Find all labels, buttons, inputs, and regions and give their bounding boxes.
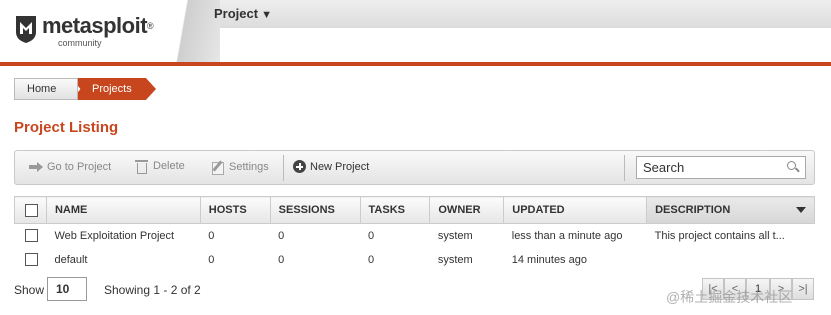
- projects-table: NAME HOSTS SESSIONS TASKS OWNER UPDATED …: [14, 196, 815, 272]
- project-name-link[interactable]: default: [46, 248, 200, 272]
- arrow-right-icon: [29, 160, 43, 174]
- show-label: Show: [14, 283, 45, 297]
- table-row[interactable]: default 0 0 0 system 14 minutes ago: [15, 248, 815, 272]
- project-menu[interactable]: Project ▼: [214, 6, 272, 21]
- breadcrumb-home[interactable]: Home: [14, 78, 78, 100]
- tasks-cell: 0: [368, 229, 375, 242]
- hosts-cell: 0: [208, 253, 215, 266]
- page: metasploit® community Project ▼ Projects …: [0, 0, 831, 315]
- table-row[interactable]: Web Exploitation Project 0 0 0 system le…: [15, 224, 815, 248]
- delete-label: Delete: [153, 160, 185, 172]
- description-cell: This project contains all t...: [654, 229, 785, 242]
- select-all-cell: [14, 196, 47, 224]
- header-accent-bar: [0, 62, 831, 66]
- header-divider: [160, 0, 220, 62]
- metasploit-logo[interactable]: metasploit® community: [14, 14, 164, 50]
- logo-registered-mark: ®: [147, 21, 154, 31]
- logo-wordmark-text: metasploit: [42, 13, 148, 38]
- owner-cell: system: [437, 229, 473, 242]
- watermark-text: @稀土掘金技术社区: [666, 289, 793, 305]
- row-checkbox[interactable]: [24, 253, 38, 266]
- edit-icon: [211, 160, 225, 175]
- search-box: [636, 156, 806, 179]
- column-header-hosts[interactable]: HOSTS: [199, 196, 271, 224]
- plus-circle-icon: [293, 160, 306, 173]
- description-cell: [647, 248, 815, 272]
- go-to-project-label: Go to Project: [47, 161, 112, 173]
- project-menu-label: Project: [214, 6, 259, 21]
- logo-subtitle: community: [58, 38, 102, 48]
- column-header-name[interactable]: NAME: [45, 196, 201, 224]
- caret-down-icon: ▼: [261, 9, 272, 21]
- page-size-select[interactable]: 10: [47, 277, 87, 301]
- updated-cell: less than a minute ago: [511, 229, 623, 242]
- logo-wordmark: metasploit®: [42, 13, 154, 38]
- sessions-cell: 0: [278, 229, 285, 242]
- column-header-sessions[interactable]: SESSIONS: [269, 196, 361, 224]
- new-project-button[interactable]: New Project: [293, 160, 369, 173]
- toolbar-divider-2: [624, 155, 625, 181]
- toolbar-divider: [283, 155, 284, 181]
- column-header-owner[interactable]: OWNER: [429, 196, 505, 224]
- column-header-description[interactable]: DESCRIPTION: [646, 196, 815, 224]
- row-select-cell: [15, 248, 47, 272]
- page-title: Project Listing: [14, 119, 119, 136]
- header-lower: [200, 28, 831, 62]
- column-header-description-label: DESCRIPTION: [655, 204, 731, 216]
- header-menubar: [180, 0, 831, 28]
- toolbar: Go to Project Delete Settings New Projec…: [14, 150, 815, 185]
- column-header-tasks[interactable]: TASKS: [359, 196, 431, 224]
- new-project-label: New Project: [310, 160, 370, 173]
- select-all-checkbox[interactable]: [25, 203, 38, 217]
- hosts-cell: 0: [208, 229, 215, 242]
- delete-button[interactable]: Delete: [135, 159, 185, 174]
- breadcrumb-projects[interactable]: Projects: [72, 78, 156, 100]
- metasploit-shield-icon: [16, 16, 36, 43]
- settings-label: Settings: [229, 161, 269, 173]
- owner-cell: system: [437, 253, 473, 266]
- sessions-cell: 0: [278, 253, 285, 266]
- pagination-summary: Showing 1 - 2 of 2: [104, 283, 201, 297]
- column-header-updated[interactable]: UPDATED: [503, 196, 648, 224]
- project-name-link[interactable]: Web Exploitation Project: [46, 224, 200, 248]
- table-header-row: NAME HOSTS SESSIONS TASKS OWNER UPDATED …: [14, 196, 815, 224]
- sort-desc-icon: [796, 207, 806, 213]
- header: metasploit® community Project ▼: [0, 0, 831, 62]
- last-page-button[interactable]: >|: [792, 278, 814, 300]
- search-input[interactable]: [637, 157, 777, 178]
- search-icon[interactable]: [787, 161, 799, 173]
- trash-icon: [135, 159, 148, 174]
- go-to-project-button[interactable]: Go to Project: [29, 160, 111, 174]
- updated-cell: 14 minutes ago: [511, 253, 587, 266]
- row-checkbox[interactable]: [24, 229, 38, 243]
- tasks-cell: 0: [368, 253, 375, 266]
- row-select-cell: [15, 224, 47, 248]
- settings-button[interactable]: Settings: [211, 160, 269, 175]
